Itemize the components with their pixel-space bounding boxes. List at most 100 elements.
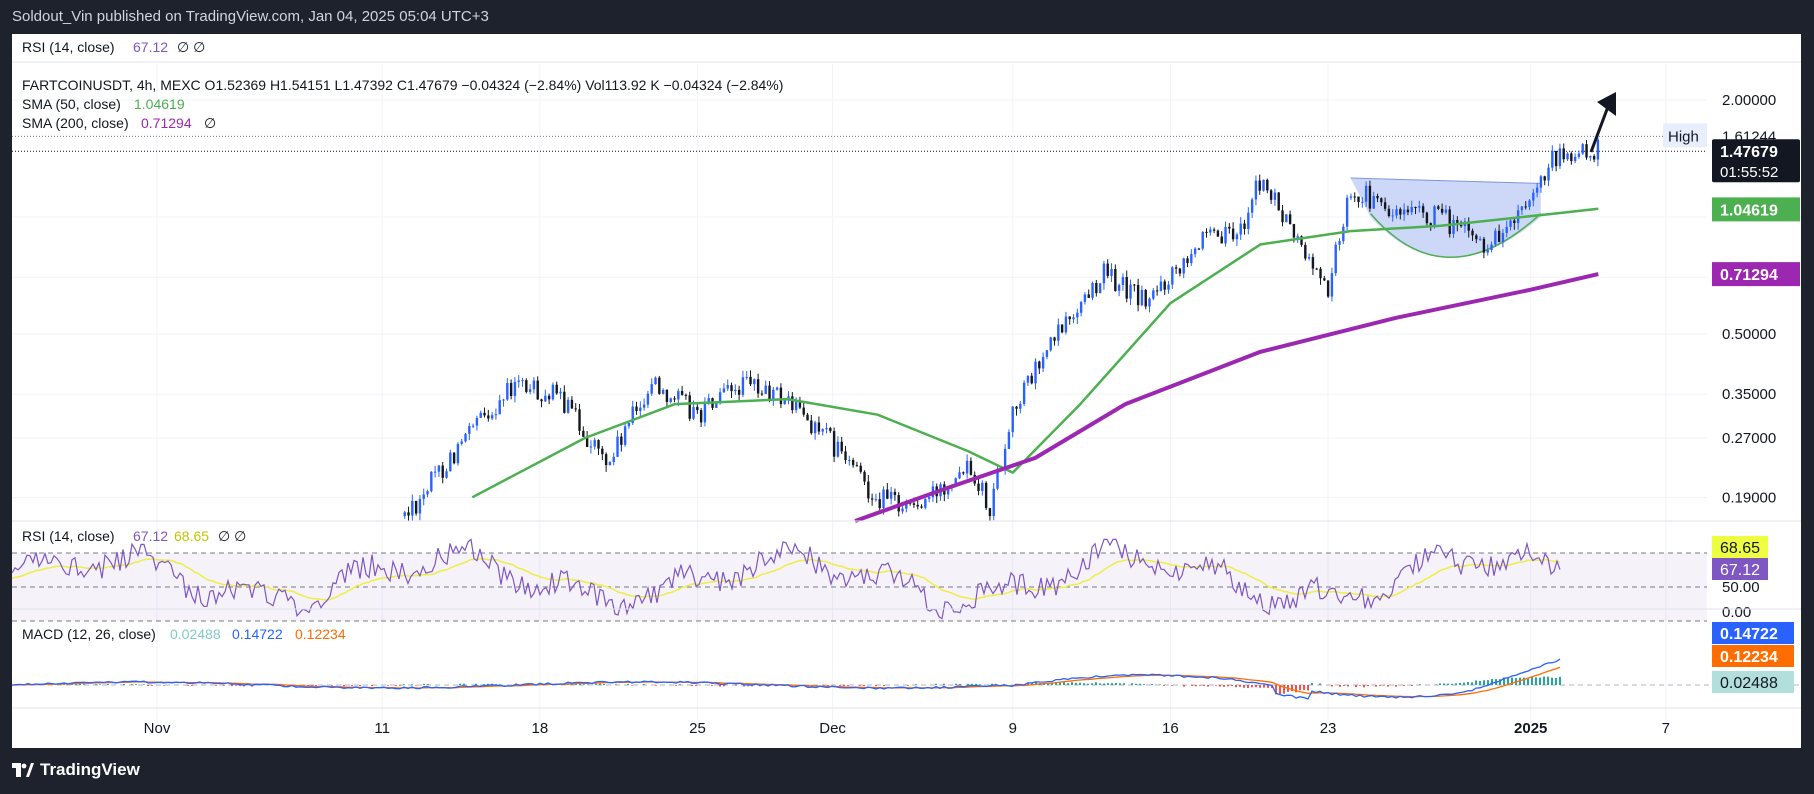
macd-hist-bar: [1475, 680, 1477, 685]
rsi-legend-value: 67.12: [133, 528, 168, 544]
rsi-tag: 67.12: [1720, 562, 1760, 579]
candle-up: [1121, 277, 1125, 285]
candle-up: [692, 406, 695, 419]
macd-hist-bar: [215, 685, 217, 686]
candle-up: [513, 381, 517, 396]
candle-down: [1570, 153, 1573, 162]
macd-hist-bar: [1099, 683, 1101, 685]
candle-up: [1535, 187, 1539, 193]
candle-up: [1349, 196, 1353, 198]
candle-down: [851, 460, 855, 466]
candle-up: [471, 425, 475, 427]
candle-up: [825, 428, 828, 430]
price-axis-tick: 0.19000: [1722, 489, 1776, 506]
macd-hist-bar: [395, 685, 397, 686]
macd-hist-bar: [187, 685, 189, 686]
chart-svg[interactable]: RSI (14, close) 67.12 ∅ ∅ FARTCOINUSDT, 4h,…: [12, 34, 1801, 748]
candle-down: [1554, 150, 1558, 167]
last-price-tag: 1.47679: [1720, 144, 1778, 161]
candle-up: [1129, 284, 1132, 299]
candle-up: [1007, 432, 1011, 449]
macd-hist-bar: [735, 685, 737, 686]
candle-down: [912, 503, 916, 505]
macd-hist-bar: [351, 685, 353, 686]
tradingview-brand[interactable]: TradingView: [12, 760, 140, 780]
macd-hist-bar: [603, 683, 605, 685]
candle-down: [810, 420, 813, 434]
candle-up: [1102, 263, 1106, 284]
macd-hist-bar: [1231, 685, 1233, 687]
macd-hist-bar: [1543, 676, 1545, 685]
top-rsi-legend-name: RSI (14, close): [22, 39, 115, 55]
macd-hist-bar: [1107, 683, 1109, 685]
candle-up: [654, 377, 657, 385]
candle-up: [882, 489, 885, 508]
candle-down: [756, 379, 760, 394]
macd-hist-bar: [463, 683, 465, 685]
macd-hist-bar: [1115, 682, 1117, 685]
macd-hist-bar: [711, 685, 713, 686]
candle-down: [1060, 324, 1064, 333]
price-axis-tick: 0.50000: [1722, 326, 1776, 343]
candle-up: [1209, 229, 1212, 233]
candle-up: [1490, 244, 1493, 251]
macd-hist-bar: [1067, 683, 1069, 685]
candle-down: [1205, 231, 1208, 233]
signal-tag: 0.12234: [1720, 649, 1778, 666]
candle-up: [1167, 284, 1170, 290]
candle-up: [639, 407, 642, 412]
candle-up: [661, 389, 665, 394]
chart-panel[interactable]: RSI (14, close) 67.12 ∅ ∅ FARTCOINUSDT, 4h,…: [12, 34, 1801, 748]
candle-up: [437, 465, 441, 472]
candle-down: [525, 380, 528, 392]
macd-hist-bar: [599, 683, 601, 685]
candle-up: [502, 399, 505, 401]
candle-up: [517, 380, 520, 382]
candle-down: [1353, 196, 1356, 198]
candle-down: [658, 377, 661, 394]
candle-up: [669, 398, 672, 403]
candle-up: [1117, 284, 1121, 291]
macd-hist-bar: [1219, 685, 1221, 687]
candle-down: [802, 407, 805, 415]
macd-hist-bar: [643, 684, 645, 685]
macd-hist-bar: [1331, 685, 1333, 687]
candle-down: [1038, 361, 1041, 369]
publisher-line: Soldout_Vin published on TradingView.com…: [12, 8, 489, 25]
candle-down: [1471, 230, 1474, 236]
candle-up: [1110, 269, 1113, 276]
candle-down: [1144, 289, 1147, 307]
macd-hist-bar: [1383, 685, 1385, 686]
candle-up: [965, 460, 969, 474]
macd-hist-bar: [163, 685, 165, 686]
candle-up: [764, 385, 767, 394]
macd-hist-bar: [459, 683, 461, 685]
candle-up: [1395, 209, 1398, 216]
macd-hist-bar: [1367, 685, 1369, 687]
rsi-ma-tag: 68.65: [1720, 540, 1760, 557]
candle-down: [563, 391, 566, 413]
macd-hist-bar: [583, 684, 585, 685]
candle-up: [1342, 226, 1345, 242]
price-axis-tick: 2.00000: [1722, 92, 1776, 109]
candle-up: [1034, 361, 1037, 384]
macd-hist-bar: [1447, 683, 1449, 685]
macd-hist-bar: [1243, 685, 1245, 688]
candle-up: [551, 384, 555, 400]
macd-hist-bar: [967, 683, 969, 685]
candle-up: [958, 472, 961, 479]
macd-hist-bar: [695, 685, 697, 686]
candle-down: [730, 385, 733, 392]
candle-up: [411, 500, 414, 516]
macd-hist-bar: [1083, 683, 1085, 685]
candle-down: [1357, 196, 1360, 203]
candle-up: [593, 440, 596, 447]
candle-up: [874, 499, 878, 501]
time-axis-tick: 25: [689, 720, 706, 737]
macd-hist-bar: [231, 685, 233, 687]
time-axis-tick: 2025: [1514, 720, 1547, 737]
candle-down: [1269, 190, 1273, 200]
candle-down: [817, 422, 821, 432]
candle-down: [1106, 263, 1109, 276]
candle-up: [1558, 148, 1562, 167]
